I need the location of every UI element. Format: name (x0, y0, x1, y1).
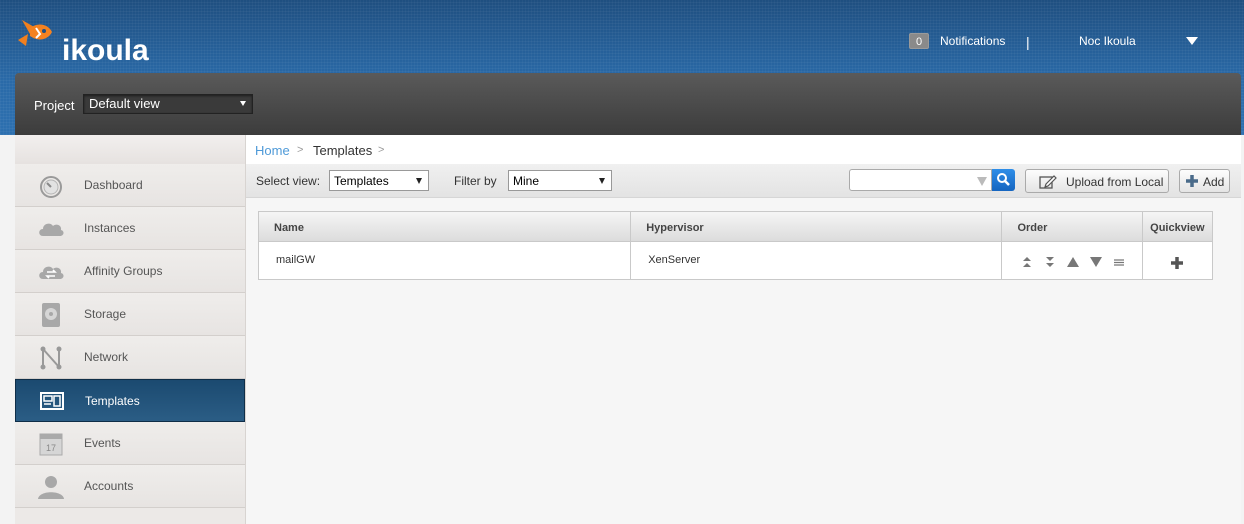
toolbar: Select view: Templates Filter by Mine Up… (246, 164, 1241, 198)
dashboard-gauge-icon (40, 176, 62, 198)
notifications-label: Notifications (940, 34, 1006, 48)
add-button-label: Add (1203, 175, 1225, 189)
sidebar-item-affinity-groups[interactable]: Affinity Groups (15, 250, 245, 293)
sidebar-item-accounts[interactable]: Accounts (15, 465, 245, 508)
breadcrumb-current[interactable]: Templates (313, 143, 372, 158)
sidebar-item-label: Templates (85, 394, 140, 408)
upload-from-local-button[interactable]: Upload from Local (1025, 169, 1169, 193)
chevron-down-icon (599, 178, 605, 184)
notifications-count-badge: 0 (909, 33, 929, 49)
cloud-icon (39, 223, 64, 236)
edit-upload-icon (1039, 175, 1057, 189)
calendar-day-text: 17 (46, 443, 56, 453)
move-to-top-icon[interactable] (1020, 256, 1034, 268)
user-name[interactable]: Noc Ikoula (1079, 34, 1136, 48)
search-icon (997, 173, 1010, 186)
sidebar-item-label: Storage (84, 307, 127, 321)
move-to-bottom-icon[interactable] (1043, 256, 1057, 268)
plus-icon (1186, 175, 1198, 187)
sidebar-item-dashboard[interactable]: Dashboard (15, 164, 245, 207)
chevron-down-icon (240, 101, 246, 106)
select-view-label: Select view: (256, 174, 321, 188)
sidebar-item-label: Events (84, 436, 121, 450)
hard-disk-icon (42, 303, 60, 327)
column-header-quickview: Quickview (1150, 222, 1205, 234)
column-header-hypervisor[interactable]: Hypervisor (631, 212, 1003, 241)
breadcrumb-separator: > (378, 144, 385, 156)
sidebar-item-label: Instances (84, 221, 136, 235)
sidebar-item-templates[interactable]: Templates (15, 379, 245, 422)
project-select-value: Default view (89, 96, 160, 111)
table-header: Name Hypervisor Order Quickview (258, 211, 1213, 242)
templates-table: Name Hypervisor Order Quickview mailGW X… (258, 211, 1213, 280)
quickview-plus-icon[interactable] (1170, 256, 1184, 270)
project-label: Project (34, 98, 75, 113)
select-view-dropdown[interactable]: Templates (329, 170, 429, 191)
column-header-order[interactable]: Order (1002, 212, 1144, 241)
breadcrumb-separator: > (297, 144, 304, 156)
cell-quickview[interactable] (1143, 242, 1212, 279)
table-row[interactable]: mailGW XenServer (258, 242, 1213, 280)
search-options-caret-icon[interactable] (977, 177, 987, 186)
sidebar-item-label: Accounts (84, 479, 134, 493)
add-button[interactable]: Add (1179, 169, 1230, 193)
upload-button-label: Upload from Local (1066, 175, 1164, 189)
templates-icon (40, 392, 64, 410)
sidebar-item-label: Network (84, 350, 129, 364)
filter-by-dropdown[interactable]: Mine (508, 170, 612, 191)
breadcrumb-home-link[interactable]: Home (255, 143, 290, 158)
chevron-down-icon (416, 178, 422, 184)
header-separator: | (1026, 34, 1030, 50)
move-down-icon[interactable] (1089, 256, 1103, 268)
cell-order (1002, 242, 1144, 279)
project-select[interactable]: Default view (83, 94, 253, 114)
sidebar-item-events[interactable]: 17 Events (15, 422, 245, 465)
search-button[interactable] (992, 169, 1015, 191)
notifications[interactable]: 0 Notifications (909, 33, 1005, 49)
column-header-name[interactable]: Name (259, 212, 632, 241)
user-icon (38, 476, 64, 499)
user-menu-caret-icon[interactable] (1186, 37, 1198, 45)
fish-logo-icon (18, 20, 52, 46)
logo-text: ikoula (62, 34, 149, 67)
ikoula-logo[interactable]: ikoula (16, 14, 156, 67)
calendar-icon: 17 (39, 433, 63, 456)
main-content: Home > Templates > Select view: Template… (246, 135, 1241, 524)
move-up-icon[interactable] (1066, 256, 1080, 268)
network-icon (40, 346, 62, 370)
project-bar: Project Default view (15, 73, 1241, 135)
search-input[interactable] (849, 169, 992, 191)
filter-by-label: Filter by (454, 174, 497, 188)
sidebar-top-spacer (15, 135, 245, 164)
sidebar-item-label: Affinity Groups (84, 264, 163, 278)
filter-by-value: Mine (513, 174, 540, 188)
drag-handle-icon[interactable] (1112, 256, 1126, 268)
breadcrumb: Home > Templates > (246, 135, 1241, 164)
sidebar-item-storage[interactable]: Storage (15, 293, 245, 336)
cell-name[interactable]: mailGW (259, 242, 632, 279)
sidebar: Dashboard Instances Affinity Groups Stor… (15, 135, 246, 524)
select-view-value: Templates (334, 174, 389, 188)
sidebar-item-instances[interactable]: Instances (15, 207, 245, 250)
cell-hypervisor: XenServer (631, 242, 1003, 279)
sidebar-item-label: Dashboard (84, 178, 143, 192)
cloud-arrows-icon (39, 266, 64, 279)
sidebar-item-network[interactable]: Network (15, 336, 245, 379)
